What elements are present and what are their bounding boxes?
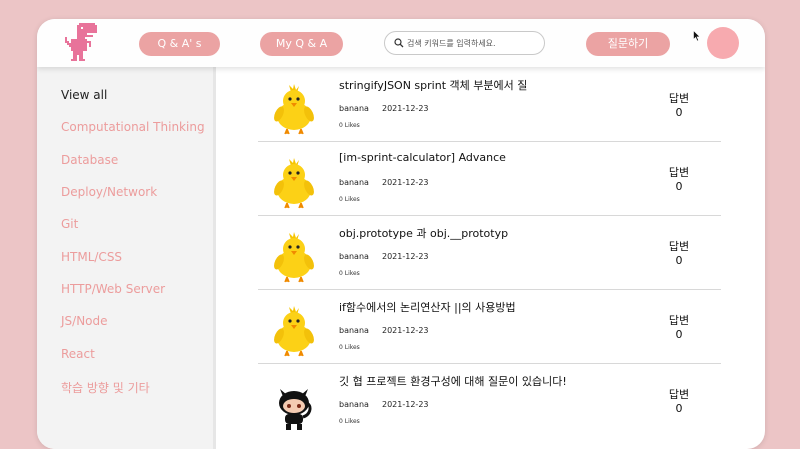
- answer-count: 답변 0: [659, 388, 699, 416]
- app-window: Q & A' s My Q & A 질문하기 View all Computat…: [37, 19, 765, 449]
- question-date: 2021-12-23: [382, 326, 429, 335]
- sidebar-item-js-node[interactable]: JS/Node: [61, 314, 108, 328]
- question-row[interactable]: if함수에서의 논리연산자 ||의 사용방법 banana 2021-12-23…: [258, 289, 721, 364]
- octocat-icon: [279, 389, 312, 430]
- search-input[interactable]: [407, 35, 539, 51]
- question-title[interactable]: [im-sprint-calculator] Advance: [339, 151, 506, 164]
- ask-question-button[interactable]: 질문하기: [586, 32, 670, 56]
- sidebar-item-html-css[interactable]: HTML/CSS: [61, 250, 122, 264]
- question-row[interactable]: stringifyJSON sprint 객체 부분에서 질 banana 20…: [258, 67, 721, 142]
- chick-icon: [274, 84, 314, 135]
- question-likes: 0 Likes: [339, 418, 360, 425]
- answer-number: 0: [675, 180, 683, 193]
- answer-number: 0: [675, 106, 683, 119]
- sidebar-item-etc[interactable]: 학습 방향 및 기타: [61, 379, 150, 396]
- question-title[interactable]: if함수에서의 논리연산자 ||의 사용방법: [339, 299, 516, 315]
- qa-nav-button[interactable]: Q & A' s: [139, 32, 220, 56]
- answer-label: 답변: [668, 240, 690, 253]
- answer-count: 답변 0: [659, 92, 699, 120]
- sidebar-item-react[interactable]: React: [61, 347, 95, 361]
- question-author: banana: [339, 178, 369, 187]
- question-title[interactable]: obj.prototype 과 obj.__prototyp: [339, 225, 508, 241]
- answer-label: 답변: [668, 166, 690, 179]
- answer-number: 0: [675, 254, 683, 267]
- chick-icon: [274, 158, 314, 209]
- answer-number: 0: [675, 328, 683, 341]
- dino-logo-icon[interactable]: [63, 23, 99, 61]
- answer-count: 답변 0: [659, 240, 699, 268]
- question-row[interactable]: [im-sprint-calculator] Advance banana 20…: [258, 141, 721, 216]
- question-title[interactable]: stringifyJSON sprint 객체 부분에서 질: [339, 77, 527, 93]
- sidebar-item-git[interactable]: Git: [61, 217, 78, 231]
- search-icon: [394, 38, 404, 48]
- answer-count: 답변 0: [659, 314, 699, 342]
- sidebar-item-view-all[interactable]: View all: [61, 88, 107, 102]
- answer-label: 답변: [668, 388, 690, 401]
- answer-label: 답변: [668, 314, 690, 327]
- category-sidebar: View all Computational Thinking Database…: [37, 67, 216, 449]
- question-date: 2021-12-23: [382, 178, 429, 187]
- question-row[interactable]: 깃 협 프로젝트 환경구성에 대해 질문이 있습니다! banana 2021-…: [258, 363, 721, 437]
- question-author: banana: [339, 104, 369, 113]
- question-date: 2021-12-23: [382, 400, 429, 409]
- question-list: stringifyJSON sprint 객체 부분에서 질 banana 20…: [258, 67, 721, 449]
- header: Q & A' s My Q & A 질문하기: [37, 19, 765, 67]
- question-date: 2021-12-23: [382, 104, 429, 113]
- answer-count: 답변 0: [659, 166, 699, 194]
- question-likes: 0 Likes: [339, 344, 360, 351]
- answer-label: 답변: [668, 92, 690, 105]
- answer-number: 0: [675, 402, 683, 415]
- question-likes: 0 Likes: [339, 196, 360, 203]
- question-author: banana: [339, 400, 369, 409]
- sidebar-item-http-web-server[interactable]: HTTP/Web Server: [61, 282, 165, 296]
- question-likes: 0 Likes: [339, 122, 360, 129]
- question-row[interactable]: obj.prototype 과 obj.__prototyp banana 20…: [258, 215, 721, 290]
- chick-icon: [274, 306, 314, 357]
- question-likes: 0 Likes: [339, 270, 360, 277]
- sidebar-item-database[interactable]: Database: [61, 153, 118, 167]
- user-avatar[interactable]: [707, 27, 739, 59]
- question-title[interactable]: 깃 협 프로젝트 환경구성에 대해 질문이 있습니다!: [339, 373, 567, 389]
- sidebar-item-deploy-network[interactable]: Deploy/Network: [61, 185, 157, 199]
- search-box[interactable]: [384, 31, 545, 55]
- question-author: banana: [339, 252, 369, 261]
- mouse-cursor-icon: [693, 30, 701, 42]
- question-date: 2021-12-23: [382, 252, 429, 261]
- question-author: banana: [339, 326, 369, 335]
- chick-icon: [274, 232, 314, 283]
- sidebar-item-computational-thinking[interactable]: Computational Thinking: [61, 120, 205, 134]
- my-qa-nav-button[interactable]: My Q & A: [260, 32, 343, 56]
